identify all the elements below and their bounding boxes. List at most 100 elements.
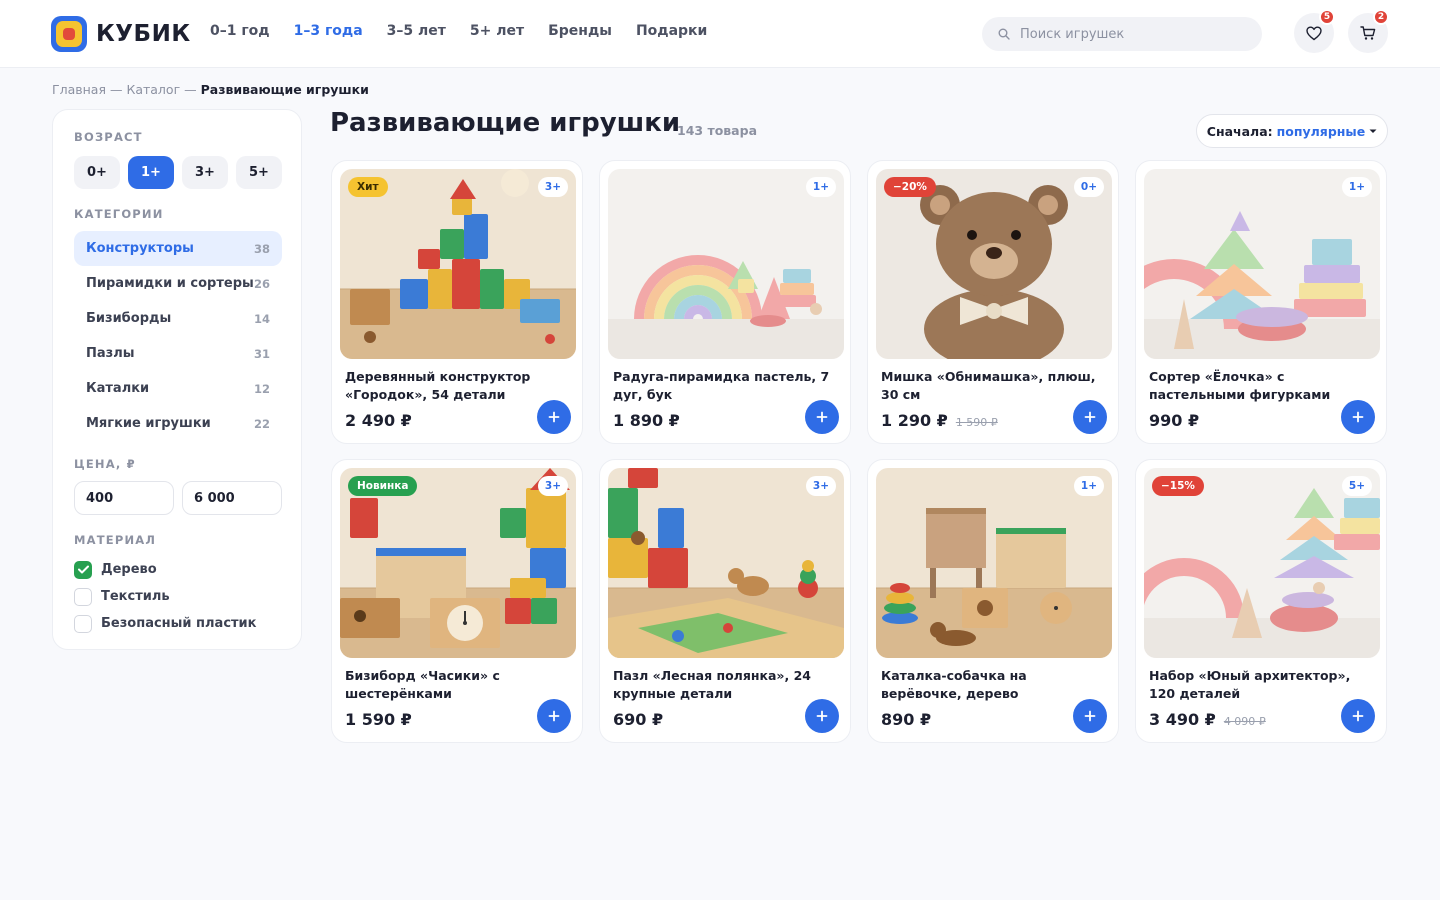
product-card[interactable]: −20% 0+ Мишка «Обнимашка», плюш, 30 см 1 29…	[867, 160, 1119, 444]
nav-item[interactable]: Бренды	[548, 23, 612, 39]
product-tag: −20%	[884, 177, 936, 197]
age-chip[interactable]: 5+	[236, 156, 282, 189]
breadcrumb-link-home[interactable]: Главная	[52, 82, 106, 97]
product-image[interactable]: Хит 3+	[340, 169, 576, 359]
search-input[interactable]	[1020, 26, 1240, 42]
category-item[interactable]: Бизиборды 14	[74, 301, 282, 336]
product-title[interactable]: Набор «Юный архитектор», 120 деталей	[1149, 667, 1377, 703]
product-title[interactable]: Пазл «Лесная полянка», 24 крупные детали	[613, 667, 841, 703]
breadcrumb-link-catalog[interactable]: Каталог	[126, 82, 180, 97]
category-label: Пазлы	[86, 346, 135, 361]
price-to-input[interactable]: 6 000	[182, 481, 282, 515]
plus-icon	[548, 710, 560, 722]
category-item[interactable]: Конструкторы 38	[74, 231, 282, 266]
product-title[interactable]: Сортер «Ёлочка» с пастельными фигурками	[1149, 368, 1377, 404]
material-checkbox[interactable]	[74, 560, 92, 579]
product-price: 1 290 ₽	[881, 411, 948, 430]
product-title[interactable]: Деревянный конструктор «Городок», 54 дет…	[345, 368, 573, 404]
search-bar[interactable]	[982, 17, 1262, 51]
age-badge: 1+	[805, 177, 836, 197]
nav-item[interactable]: 0–1 год	[210, 23, 270, 39]
breadcrumb-current: Развивающие игрушки	[200, 82, 369, 97]
plus-icon	[1352, 411, 1364, 423]
heart-icon	[1306, 26, 1322, 40]
material-filter-title: МАТЕРИАЛ	[74, 533, 157, 547]
category-count: 38	[253, 241, 270, 256]
product-old-price: 1 590 ₽	[955, 416, 998, 429]
add-to-cart-button[interactable]	[537, 400, 571, 434]
age-chip[interactable]: 0+	[74, 156, 120, 189]
main-nav: 0–1 год 1–3 года 3–5 лет 5+ лет Бренды Подарк…	[210, 23, 731, 39]
product-image[interactable]: 1+	[876, 468, 1112, 658]
category-item[interactable]: Мягкие игрушки 22	[74, 406, 282, 441]
add-to-cart-button[interactable]	[805, 699, 839, 733]
price-filter-title: ЦЕНА, ₽	[74, 457, 136, 471]
breadcrumb-separator: —	[180, 82, 201, 97]
cart-count-badge: 2	[1373, 9, 1389, 25]
category-item[interactable]: Пирамидки и сортеры 26	[74, 266, 282, 301]
product-card[interactable]: 1+ Каталка-собачка на верёвочке, дерево 89…	[867, 459, 1119, 743]
material-option[interactable]: Текстиль	[74, 583, 257, 610]
add-to-cart-button[interactable]	[1341, 699, 1375, 733]
age-badge: 0+	[1073, 177, 1104, 197]
product-card[interactable]: 1+ Радуга-пирамидка пастель, 7 дуг, бук 1 …	[599, 160, 851, 444]
product-image[interactable]: −20% 0+	[876, 169, 1112, 359]
product-card[interactable]: −15% 5+ Набор «Юный архитектор», 120 детал…	[1135, 459, 1387, 743]
sort-value: популярные	[1276, 123, 1366, 139]
product-tag: −15%	[1152, 476, 1204, 496]
material-checkbox[interactable]	[74, 614, 92, 633]
nav-item[interactable]: Подарки	[636, 23, 707, 39]
product-card[interactable]: Новинка 3+ Бизиборд «Часики» с шестерёнкам…	[331, 459, 583, 743]
price-line: 3 490 ₽ 4 090 ₽	[1149, 710, 1266, 729]
nav-item[interactable]: 3–5 лет	[387, 23, 446, 39]
chevron-down-icon	[1369, 129, 1377, 133]
add-to-cart-button[interactable]	[1341, 400, 1375, 434]
product-title[interactable]: Бизиборд «Часики» с шестерёнками	[345, 667, 573, 703]
material-option[interactable]: Дерево	[74, 556, 257, 583]
filter-sidebar: ВОЗРАСТ 0+ 1+ 3+ 5+ КАТЕГОРИИ Конструкторы 3…	[52, 109, 302, 650]
product-tag: Хит	[348, 177, 388, 197]
product-illustration	[340, 468, 576, 658]
cart-icon	[1360, 26, 1376, 40]
product-title[interactable]: Мишка «Обнимашка», плюш, 30 см	[881, 368, 1109, 404]
category-item[interactable]: Пазлы 31	[74, 336, 282, 371]
product-image[interactable]: −15% 5+	[1144, 468, 1380, 658]
material-label: Дерево	[101, 562, 157, 577]
product-image[interactable]: 1+	[1144, 169, 1380, 359]
age-badge: 3+	[805, 476, 836, 496]
product-image[interactable]: Новинка 3+	[340, 468, 576, 658]
product-illustration	[1144, 468, 1380, 658]
age-badge: 1+	[1341, 177, 1372, 197]
material-option[interactable]: Безопасный пластик	[74, 610, 257, 637]
add-to-cart-button[interactable]	[1073, 400, 1107, 434]
material-label: Текстиль	[101, 589, 170, 604]
product-illustration	[876, 468, 1112, 658]
cart-button[interactable]: 2	[1348, 9, 1389, 53]
product-card[interactable]: Хит 3+ Деревянный конструктор «Городок», 5…	[331, 160, 583, 444]
age-badge: 3+	[537, 476, 568, 496]
age-chip[interactable]: 3+	[182, 156, 228, 189]
category-item[interactable]: Каталки 12	[74, 371, 282, 406]
add-to-cart-button[interactable]	[1073, 699, 1107, 733]
nav-item[interactable]: 1–3 года	[294, 23, 363, 39]
product-title[interactable]: Каталка-собачка на верёвочке, дерево	[881, 667, 1109, 703]
age-badge: 3+	[537, 177, 568, 197]
favorites-button[interactable]: 5	[1294, 9, 1335, 53]
category-label: Мягкие игрушки	[86, 416, 211, 431]
add-to-cart-button[interactable]	[537, 699, 571, 733]
product-count: 143 товара	[677, 123, 758, 138]
logo[interactable]: КУБИК	[51, 16, 191, 52]
age-chip[interactable]: 1+	[128, 156, 174, 189]
product-card[interactable]: 1+ Сортер «Ёлочка» с пастельными фигуркам…	[1135, 160, 1387, 444]
price-range: 400 6 000	[74, 481, 290, 515]
sort-dropdown[interactable]: Сначала: популярные	[1196, 114, 1388, 148]
product-image[interactable]: 1+	[608, 169, 844, 359]
price-from-input[interactable]: 400	[74, 481, 174, 515]
material-checkbox[interactable]	[74, 587, 92, 606]
product-card[interactable]: 3+ Пазл «Лесная полянка», 24 крупные дета…	[599, 459, 851, 743]
add-to-cart-button[interactable]	[805, 400, 839, 434]
plus-icon	[816, 411, 828, 423]
product-image[interactable]: 3+	[608, 468, 844, 658]
nav-item[interactable]: 5+ лет	[470, 23, 524, 39]
product-title[interactable]: Радуга-пирамидка пастель, 7 дуг, бук	[613, 368, 841, 404]
